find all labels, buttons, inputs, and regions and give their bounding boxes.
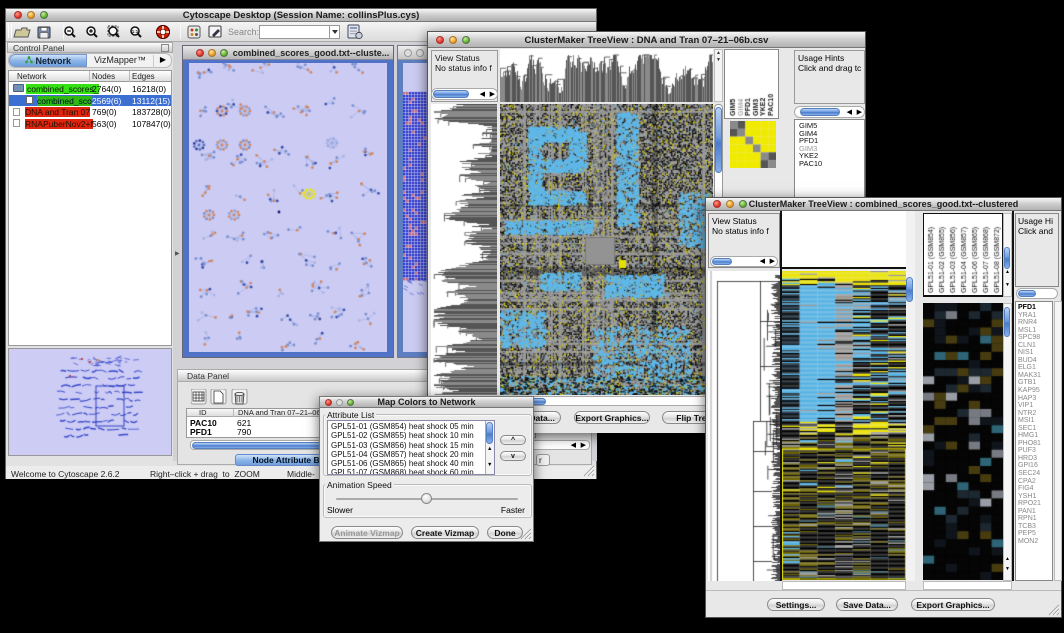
- svg-text:1:1: 1:1: [132, 29, 139, 34]
